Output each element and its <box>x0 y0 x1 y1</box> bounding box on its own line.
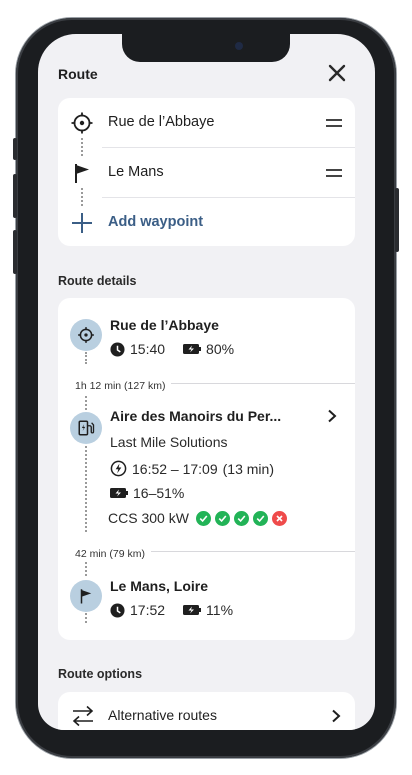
flag-icon <box>75 164 89 183</box>
arrival-time: 17:52 <box>130 602 166 618</box>
available-status-icon <box>195 510 211 526</box>
volume-up-button <box>13 174 17 218</box>
leg-duration-distance: 1h 12 min (127 km) <box>75 380 172 392</box>
route-connector <box>85 352 87 364</box>
start-stop-info: 15:40 80% <box>110 341 234 357</box>
page-title: Route <box>58 66 98 82</box>
battery-icon <box>183 605 202 615</box>
chevron-right-icon <box>332 709 341 723</box>
route-options-heading: Route options <box>58 667 143 681</box>
alternative-routes-button[interactable]: Alternative routes <box>58 692 355 730</box>
add-waypoint-button[interactable]: Add waypoint <box>58 198 355 248</box>
start-stop-name: Rue de l’Abbaye <box>110 317 219 333</box>
header: Route <box>58 60 358 90</box>
available-status-icon <box>233 510 249 526</box>
end-stop-icon <box>70 580 102 612</box>
route-waypoints-card: Rue de l’Abbaye Le Mans Add waypoint <box>58 98 355 246</box>
route-connector <box>85 446 87 532</box>
start-stop-icon <box>70 319 102 351</box>
waypoint-label: Le Mans <box>108 164 164 180</box>
route-connector <box>85 562 87 576</box>
add-waypoint-label: Add waypoint <box>108 214 204 230</box>
unavailable-status-icon <box>271 510 287 526</box>
charging-time-info: 16:52 – 17:09 (13 min) <box>110 460 274 477</box>
drag-handle-icon[interactable] <box>325 116 343 130</box>
app-screen: Route Rue de l’Abbaye Le Mans Add waypoi… <box>38 34 375 730</box>
route-connector <box>85 613 87 623</box>
charging-operator: Last Mile Solutions <box>110 434 228 450</box>
charging-duration: (13 min) <box>222 460 274 477</box>
mute-switch <box>13 138 17 160</box>
drag-handle-icon[interactable] <box>325 166 343 180</box>
battery-icon <box>110 488 128 498</box>
leg-duration-distance: 42 min (79 km) <box>75 548 152 560</box>
route-details-heading: Route details <box>58 274 137 288</box>
ev-charger-icon <box>78 420 95 436</box>
power-button <box>395 188 399 252</box>
swap-arrows-icon <box>72 705 94 727</box>
charging-time-range: 16:52 – 17:09 <box>132 460 218 477</box>
end-stop-info: 17:52 11% <box>110 602 233 618</box>
leg-summary-2: 42 min (79 km) <box>75 544 355 560</box>
charging-soc-range: 16–51% <box>133 485 185 501</box>
leg-summary-1: 1h 12 min (127 km) <box>75 376 355 392</box>
crosshair-icon <box>78 327 94 343</box>
alternative-routes-label: Alternative routes <box>108 707 217 723</box>
volume-down-button <box>13 230 17 274</box>
chevron-right-icon[interactable] <box>326 409 338 423</box>
charging-time-icon <box>110 460 127 477</box>
clock-icon <box>110 602 125 618</box>
flag-icon <box>80 589 92 604</box>
departure-battery: 80% <box>206 341 235 357</box>
charging-soc-info: 16–51% <box>110 485 184 501</box>
waypoint-row-destination[interactable]: Le Mans <box>58 148 355 198</box>
route-connector <box>85 396 87 410</box>
charging-stop-icon <box>70 412 102 444</box>
available-status-icon <box>214 510 230 526</box>
battery-icon <box>183 344 202 354</box>
plus-icon <box>72 213 92 233</box>
end-stop-name: Le Mans, Loire <box>110 578 209 594</box>
notch <box>122 34 290 62</box>
available-status-icon <box>252 510 268 526</box>
crosshair-icon <box>71 112 93 134</box>
route-details-card: Rue de l’Abbaye 15:40 80% 1h 12 min (127… <box>58 298 355 640</box>
connector-type: CCS 300 kW <box>108 510 189 526</box>
charging-stop-name: Aire des Manoirs du Per... <box>110 408 282 424</box>
waypoint-row-start[interactable]: Rue de l’Abbaye <box>58 98 355 148</box>
arrival-battery: 11% <box>206 602 234 618</box>
close-icon[interactable] <box>324 60 350 86</box>
clock-icon <box>110 341 125 357</box>
connector-info: CCS 300 kW <box>108 510 287 526</box>
waypoint-label: Rue de l’Abbaye <box>108 114 215 130</box>
front-camera <box>235 42 243 50</box>
departure-time: 15:40 <box>130 341 166 357</box>
